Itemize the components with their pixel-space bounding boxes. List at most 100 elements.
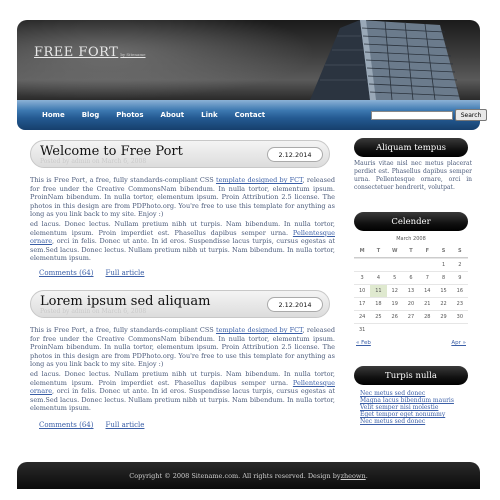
calendar-day <box>419 323 436 336</box>
calendar-day[interactable]: 10 <box>354 284 371 297</box>
site-title[interactable]: FREE FORT by Sitename <box>34 45 146 60</box>
post-paragraph: ed lacus. Donec lectus. Nullam pretium n… <box>30 370 335 413</box>
calendar-day-header: F <box>419 245 436 258</box>
calendar-day <box>402 258 420 271</box>
post-title[interactable]: Welcome to Free Port <box>40 144 183 159</box>
nav-menu: Home Blog Photos About Link Contact <box>42 111 282 119</box>
calendar-day <box>402 323 420 336</box>
sidebar-text: Mauris vitae nisl nec metus placerat per… <box>354 160 472 191</box>
calendar-day[interactable]: 6 <box>402 271 420 284</box>
post-1: Welcome to Free Port Posted by admin on … <box>30 140 335 277</box>
site-byline: by Sitename <box>120 52 146 57</box>
post-meta: Posted by admin on March 6, 2008 <box>40 158 147 165</box>
footer-period: . <box>365 471 368 480</box>
site-footer: Copyright © 2008 Sitename.com. All right… <box>17 462 480 489</box>
nav-item-blog[interactable]: Blog <box>82 111 100 119</box>
footer-author-link[interactable]: zheown <box>341 472 366 480</box>
post-links: Comments (64) Full article <box>39 421 156 429</box>
post-meta: Posted by admin on March 6, 2008 <box>40 308 147 315</box>
post-title[interactable]: Lorem ipsum sed aliquam <box>40 294 210 309</box>
comments-link[interactable]: Comments (64) <box>39 421 94 429</box>
header-glow <box>17 20 317 100</box>
nav-item-contact[interactable]: Contact <box>235 111 266 119</box>
sidebar-link[interactable]: Nec metus sed donec <box>360 418 472 425</box>
post-paragraph: This is Free Port, a free, fully standar… <box>30 326 335 369</box>
calendar-day[interactable]: 28 <box>419 310 436 323</box>
calendar-month: March 2008 <box>396 236 426 242</box>
calendar-day[interactable]: 22 <box>435 297 452 310</box>
post-paragraph: This is Free Port, a free, fully standar… <box>30 176 335 219</box>
calendar-day[interactable]: 15 <box>435 284 452 297</box>
post-2: Lorem ipsum sed aliquam Posted by admin … <box>30 290 335 429</box>
calendar-day[interactable]: 12 <box>386 284 403 297</box>
sidebar-link[interactable]: Velit semper nisi molestie <box>360 404 472 411</box>
calendar-day[interactable]: 1 <box>435 258 452 271</box>
calendar-day-header: S <box>435 245 452 258</box>
calendar: March 2008 M T W T F S S 1 2 3 4 5 6 7 8 9 10 11 12 13 14 15 1… <box>354 236 468 336</box>
post-date-badge: 2.12.2014 <box>267 297 323 312</box>
calendar-day-header: T <box>370 245 387 258</box>
search-button[interactable]: Search <box>455 109 487 121</box>
calendar-day[interactable]: 14 <box>419 284 436 297</box>
sidebar-heading-aliquam: Aliquam tempus <box>354 138 468 157</box>
full-article-link[interactable]: Full article <box>106 269 145 277</box>
calendar-day[interactable]: 7 <box>419 271 436 284</box>
page: FREE FORT by Sitename Home Blog Photos Ab… <box>0 0 500 500</box>
calendar-day <box>451 323 468 336</box>
main-nav: Home Blog Photos About Link Contact Sear… <box>17 100 487 130</box>
calendar-day[interactable]: 2 <box>451 258 468 271</box>
calendar-day[interactable]: 9 <box>451 271 468 284</box>
nav-item-link[interactable]: Link <box>201 111 218 119</box>
calendar-day <box>386 323 403 336</box>
calendar-day[interactable]: 17 <box>354 297 371 310</box>
calendar-day[interactable]: 31 <box>354 323 371 336</box>
nav-item-about[interactable]: About <box>161 111 185 119</box>
post-links: Comments (64) Full article <box>39 269 156 277</box>
sidebar-link[interactable]: Nec metus sed donec <box>360 390 472 397</box>
building-image <box>310 20 460 100</box>
post-text: , orci in felis. Donec ut ante. In id er… <box>30 237 335 262</box>
calendar-day[interactable]: 11 <box>370 284 387 297</box>
site-title-text: FREE FORT <box>34 45 119 60</box>
post-text: ed lacus. Donec lectus. Nullam pretium n… <box>30 220 335 237</box>
calendar-day[interactable]: 26 <box>386 310 403 323</box>
calendar-day[interactable]: 23 <box>451 297 468 310</box>
calendar-day <box>370 323 387 336</box>
calendar-day[interactable]: 8 <box>435 271 452 284</box>
nav-item-home[interactable]: Home <box>42 111 65 119</box>
template-link[interactable]: template designed by FCT <box>216 176 303 184</box>
template-link[interactable]: template designed by FCT <box>216 326 303 334</box>
calendar-day[interactable]: 3 <box>354 271 371 284</box>
calendar-day[interactable]: 5 <box>386 271 403 284</box>
calendar-day[interactable]: 20 <box>402 297 420 310</box>
calendar-day[interactable]: 21 <box>419 297 436 310</box>
calendar-day <box>419 258 436 271</box>
calendar-day[interactable]: 30 <box>451 310 468 323</box>
post-paragraph: ed lacus. Donec lectus. Nullam pretium n… <box>30 220 335 263</box>
calendar-day <box>354 258 371 271</box>
nav-item-photos[interactable]: Photos <box>116 111 143 119</box>
calendar-day-header: W <box>386 245 403 258</box>
search-input[interactable] <box>371 111 453 120</box>
sidebar-heading-calendar: Celender <box>354 212 468 231</box>
calendar-prev-link[interactable]: « Feb <box>356 340 371 346</box>
calendar-day[interactable]: 4 <box>370 271 387 284</box>
calendar-grid: M T W T F S S 1 2 3 4 5 6 7 8 9 10 11 12 13 14 15 16 17 18 19 20 21… <box>354 245 468 336</box>
calendar-day[interactable]: 27 <box>402 310 420 323</box>
sidebar-link[interactable]: Eget tempor eget nonummy <box>360 411 472 418</box>
sidebar-link[interactable]: Magna lacus bibendum mauris <box>360 397 472 404</box>
calendar-day[interactable]: 25 <box>370 310 387 323</box>
sidebar-heading-turpis: Turpis nulla <box>354 366 468 385</box>
calendar-day[interactable]: 13 <box>402 284 420 297</box>
full-article-link[interactable]: Full article <box>106 421 145 429</box>
calendar-day[interactable]: 16 <box>451 284 468 297</box>
calendar-day-header: M <box>354 245 371 258</box>
post-date-badge: 2.12.2014 <box>267 147 323 162</box>
calendar-next-link[interactable]: Apr » <box>451 340 466 346</box>
comments-link[interactable]: Comments (64) <box>39 269 94 277</box>
calendar-day[interactable]: 29 <box>435 310 452 323</box>
calendar-day[interactable]: 19 <box>386 297 403 310</box>
calendar-day[interactable]: 24 <box>354 310 371 323</box>
calendar-day <box>435 323 452 336</box>
calendar-day[interactable]: 18 <box>370 297 387 310</box>
